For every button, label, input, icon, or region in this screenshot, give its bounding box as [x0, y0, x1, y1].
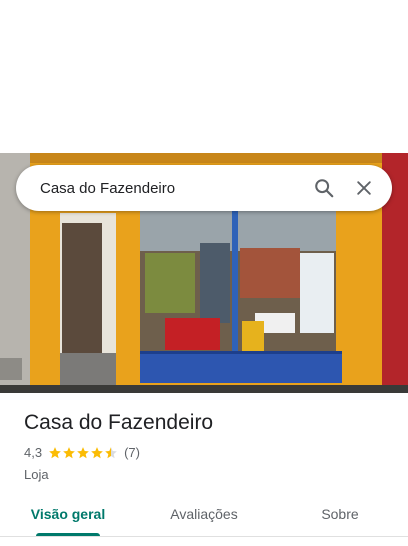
close-icon[interactable]: [344, 168, 384, 208]
rating-row[interactable]: 4,3 (7): [24, 445, 140, 460]
tab-reviews[interactable]: Avaliações: [136, 496, 272, 536]
tab-overview[interactable]: Visão geral: [0, 496, 136, 536]
place-category[interactable]: Loja: [24, 467, 49, 482]
star-icon: [91, 446, 103, 458]
tab-about[interactable]: Sobre: [272, 496, 408, 536]
search-icon[interactable]: [304, 168, 344, 208]
map-area: [0, 0, 408, 153]
review-count[interactable]: (7): [124, 445, 140, 460]
search-bar[interactable]: Casa do Fazendeiro: [16, 165, 392, 211]
search-input[interactable]: Casa do Fazendeiro: [16, 180, 304, 197]
star-icon: [49, 446, 61, 458]
place-title: Casa do Fazendeiro: [24, 411, 214, 434]
star-half-icon: [105, 446, 117, 458]
tab-bar: Visão geral Avaliações Sobre: [0, 496, 408, 537]
star-icon: [77, 446, 89, 458]
rating-value: 4,3: [24, 445, 43, 460]
star-rating: [48, 446, 118, 460]
star-icon: [63, 446, 75, 458]
